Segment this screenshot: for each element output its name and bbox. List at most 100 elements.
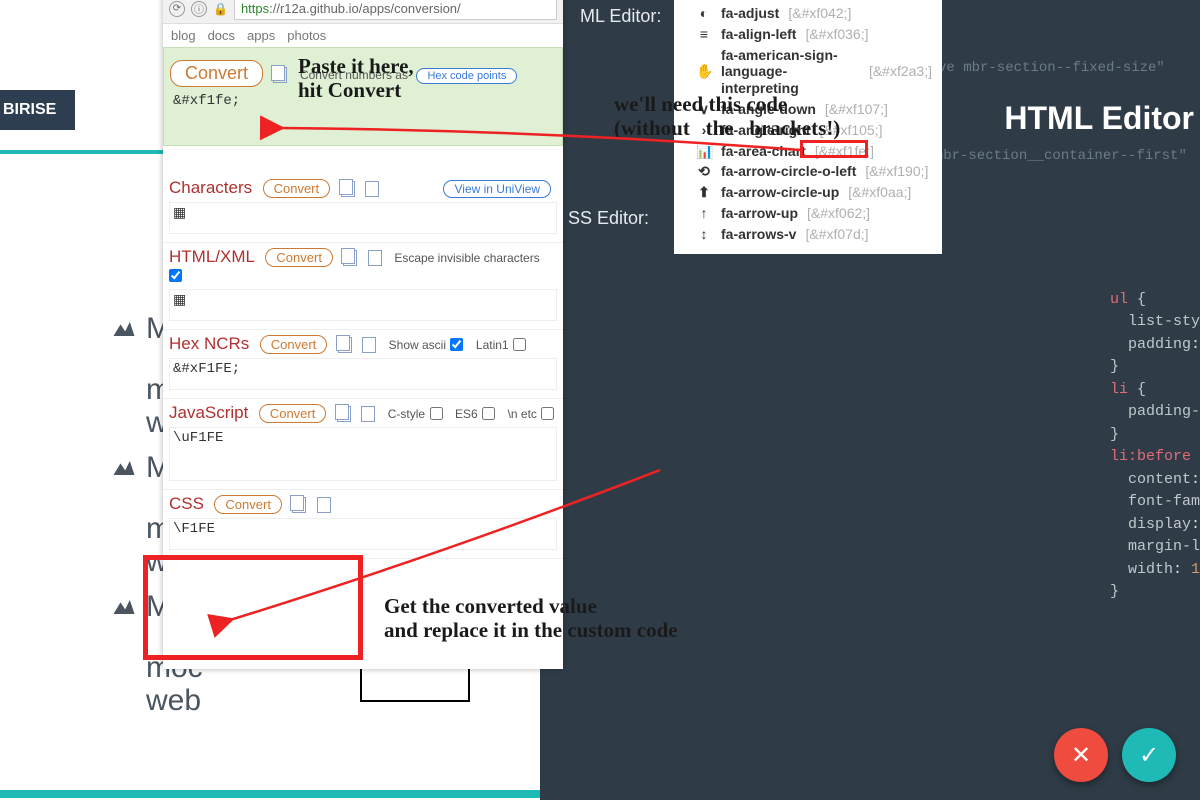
info-icon[interactable]: ⓘ [191,1,207,17]
icon-name: fa-arrow-up [721,205,798,222]
icon-glyph: ⬆ [696,184,712,201]
icon-name: fa-align-left [721,26,796,43]
annotation-paste: Paste it here, hit Convert [298,54,414,102]
latin1-label: Latin1 [476,338,509,352]
html-xml-label: HTML/XML [169,247,255,267]
view-uniview-button[interactable]: View in UniView [443,180,551,198]
css-editor-label: SS Editor: [568,208,649,229]
characters-convert-button[interactable]: Convert [263,179,331,198]
icon-name: fa-arrow-circle-o-left [721,163,856,180]
icon-name: fa-american-sign-language-interpreting [721,47,860,97]
nav-links: blog docs apps photos [163,24,563,47]
highlight-box-code [800,140,868,158]
icon-list-item[interactable]: ◐ fa-adjust [&#xf042;] [696,3,932,24]
doc-icon[interactable] [361,406,375,422]
nnetc-label: \n etc [508,407,537,421]
annotation-replace: Get the converted value and replace it i… [384,594,678,642]
hex-convert-button[interactable]: Convert [260,335,328,354]
icon-name: fa-arrow-circle-up [721,184,839,201]
html-output[interactable]: ▦ [169,289,557,321]
cancel-fab[interactable]: ✕ [1054,728,1108,782]
doc-icon[interactable] [362,337,376,353]
hex-code-points-pill[interactable]: Hex code points [416,68,517,84]
es6-label: ES6 [455,407,478,421]
hex-ncr-label: Hex NCRs [169,334,249,354]
copy-icon[interactable] [337,406,351,422]
doc-icon[interactable] [365,181,379,197]
icon-list-item[interactable]: ✋fa-american-sign-language-interpreting … [696,45,932,99]
icon-code: [&#xf2a3;] [869,63,932,80]
icon-glyph: ≡ [696,26,712,43]
es6-checkbox[interactable] [482,407,495,420]
doc-icon[interactable] [368,250,382,266]
css-section: CSS Convert \F1FE [163,490,563,559]
latin1-checkbox[interactable] [513,338,526,351]
icon-glyph: ◐ [696,5,712,22]
lock-icon: 🔒 [213,2,228,16]
icon-list-item[interactable]: ⟲ fa-arrow-circle-o-left [&#xf190;] [696,161,932,182]
copy-icon[interactable] [343,250,357,266]
html-convert-button[interactable]: Convert [265,248,333,267]
cstyle-checkbox[interactable] [430,407,443,420]
hex-output[interactable]: &#xF1FE; [169,358,557,390]
icon-glyph: ⟲ [696,163,712,180]
characters-output[interactable]: ▦ [169,202,557,234]
css-label: CSS [169,494,204,514]
doc-icon[interactable] [317,497,331,513]
characters-label: Characters [169,178,252,198]
html-editor-label: ML Editor: [580,6,661,27]
escape-checkbox[interactable] [169,269,182,282]
nav-docs[interactable]: docs [208,28,235,43]
icon-list-item[interactable]: ↑ fa-arrow-up [&#xf062;] [696,203,932,224]
escape-label: Escape invisible characters [394,251,539,265]
cstyle-label: C-style [388,407,425,421]
brand-badge: BIRISE [0,90,75,130]
icon-code: [&#xf062;] [807,205,870,222]
icon-list-item[interactable]: ≡ fa-align-left [&#xf036;] [696,24,932,45]
icon-name: fa-arrows-v [721,226,796,243]
reload-icon[interactable]: ⟳ [169,1,185,17]
icon-code: [&#xf0aa;] [848,184,911,201]
code-fragment: ve mbr-section--fixed-size" [938,60,1165,76]
confirm-fab[interactable]: ✓ [1122,728,1176,782]
hex-ncr-section: Hex NCRs Convert Show ascii Latin1 &#xF1… [163,330,563,399]
icon-list-item[interactable]: ⬆ fa-arrow-circle-up [&#xf0aa;] [696,182,932,203]
copy-icon[interactable] [292,497,306,513]
icon-glyph: ✋ [696,63,712,80]
nnetc-checkbox[interactable] [541,407,554,420]
icon-name: fa-adjust [721,5,779,22]
icon-glyph: 📊 [696,143,712,160]
nav-apps[interactable]: apps [247,28,275,43]
url-field[interactable]: https://r12a.github.io/apps/conversion/ [234,0,557,20]
icon-code: [&#xf036;] [805,26,868,43]
javascript-section: JavaScript Convert C-style ES6 \n etc \u… [163,399,563,490]
icon-list-item[interactable]: ↕ fa-arrows-v [&#xf07d;] [696,224,932,245]
icon-name: fa-area-chart [721,143,806,160]
showascii-label: Show ascii [389,338,446,352]
icon-glyph: ↑ [696,205,712,222]
highlight-box-css [143,555,363,660]
nav-blog[interactable]: blog [171,28,196,43]
javascript-label: JavaScript [169,403,248,423]
icon-glyph: ↕ [696,226,712,243]
js-convert-button[interactable]: Convert [259,404,327,423]
annotation-need-code: we'll need this code (without the bracke… [614,92,840,140]
showascii-checkbox[interactable] [450,338,463,351]
copy-icon[interactable] [338,337,352,353]
html-xml-section: HTML/XML Convert Escape invisible charac… [163,243,563,330]
code-fragment: r mbr-section__container--first" [918,148,1187,164]
characters-section: Characters Convert View in UniView ▦ [163,174,563,243]
css-code-block[interactable]: ul { list-style: none; padding: 0; } li … [1110,266,1200,604]
copy-icon[interactable] [273,67,287,83]
html-editor-title: HTML Editor [1004,100,1194,137]
css-convert-button[interactable]: Convert [214,495,282,514]
nav-photos[interactable]: photos [287,28,326,43]
convert-button[interactable]: Convert [170,60,263,87]
icon-code: [&#xf07d;] [805,226,868,243]
js-output[interactable]: \uF1FE [169,427,557,481]
address-bar: ⟳ ⓘ 🔒 https://r12a.github.io/apps/conver… [163,0,563,24]
css-output[interactable]: \F1FE [169,518,557,550]
icon-code: [&#xf042;] [788,5,851,22]
copy-icon[interactable] [341,181,355,197]
icon-code: [&#xf190;] [865,163,928,180]
